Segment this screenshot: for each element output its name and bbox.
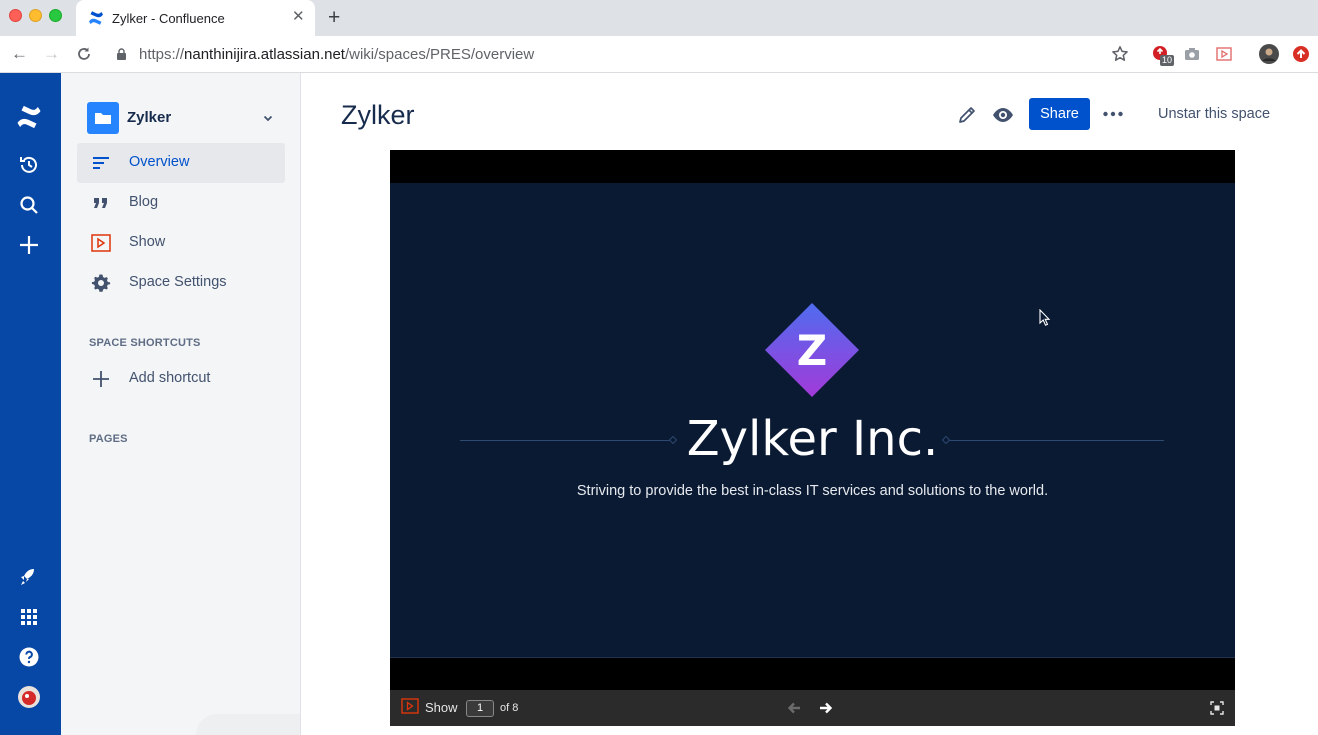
create-plus-icon[interactable] [17, 233, 41, 257]
pages-heading: PAGES [89, 433, 128, 445]
chevron-down-icon [263, 115, 273, 122]
sidebar-item-label: Show [129, 234, 166, 250]
tab-strip: Zylker - Confluence ✕ + [0, 0, 1318, 36]
browser-tab[interactable]: Zylker - Confluence ✕ [76, 0, 315, 36]
address-bar[interactable]: https://nanthinijira.atlassian.net/wiki/… [139, 46, 534, 63]
browser-toolbar: ← → https://nanthinijira.atlassian.net/w… [0, 36, 1318, 73]
presentation-extension-icon[interactable] [1215, 45, 1233, 63]
user-avatar[interactable] [17, 685, 41, 709]
close-window-button[interactable] [9, 9, 22, 22]
presentation-viewer: Z Zylker Inc. Striving to provide the be… [390, 150, 1235, 726]
tab-title: Zylker - Confluence [112, 11, 225, 26]
forward-button[interactable]: → [43, 44, 60, 64]
space-shortcuts-heading: SPACE SHORTCUTS [89, 337, 201, 349]
plus-icon [93, 371, 109, 387]
minimize-window-button[interactable] [29, 9, 42, 22]
sidebar-item-label: Space Settings [129, 274, 227, 290]
extension-badge: 10 [1160, 55, 1175, 66]
profile-avatar[interactable] [1259, 44, 1279, 64]
extension-notifier[interactable]: 10 [1151, 45, 1175, 66]
app-switcher-icon[interactable] [17, 605, 41, 629]
next-slide-arrow-icon[interactable] [818, 700, 834, 716]
space-sidebar: Zylker Overview Blog Show Space Settings… [61, 73, 300, 735]
sidebar-item-label: Blog [129, 194, 159, 210]
fullscreen-icon[interactable] [1210, 701, 1224, 715]
add-shortcut-label: Add shortcut [129, 370, 211, 386]
add-shortcut-button[interactable]: Add shortcut [77, 359, 285, 399]
edit-pencil-icon[interactable] [957, 105, 977, 125]
sidebar-item-blog[interactable]: Blog [77, 183, 285, 223]
space-switcher[interactable]: Zylker [87, 102, 277, 134]
browser-window: Zylker - Confluence ✕ + ← → https://nant… [0, 0, 1318, 735]
sidebar-item-show[interactable]: Show [77, 223, 285, 263]
lock-icon [117, 48, 126, 60]
page-number-input[interactable]: 1 [466, 700, 494, 717]
mouse-cursor [1039, 309, 1051, 326]
show-label[interactable]: Show [425, 700, 458, 715]
camera-icon[interactable] [1183, 45, 1201, 63]
recent-history-icon[interactable] [17, 153, 41, 177]
overview-icon [93, 157, 109, 169]
space-name: Zylker [127, 109, 172, 126]
presentation-icon[interactable] [401, 698, 419, 714]
help-icon[interactable] [17, 645, 41, 669]
confluence-logo-icon[interactable] [16, 104, 42, 130]
url-host: nanthinijira.atlassian.net [184, 46, 345, 63]
url-scheme: https:// [139, 46, 185, 63]
confluence-favicon-icon [89, 11, 103, 25]
slide[interactable]: Z Zylker Inc. Striving to provide the be… [390, 183, 1235, 658]
new-tab-button[interactable]: + [328, 7, 340, 29]
gear-icon [91, 274, 111, 292]
rocket-icon[interactable] [17, 565, 41, 589]
update-icon[interactable] [1292, 45, 1310, 63]
url-path: /wiki/spaces/PRES/overview [344, 46, 535, 63]
watch-eye-icon[interactable] [992, 105, 1014, 125]
zylker-logo: Z [765, 303, 859, 397]
quote-icon [94, 198, 107, 208]
global-navigation [0, 73, 61, 735]
logo-letter: Z [797, 326, 827, 375]
space-avatar [87, 102, 119, 134]
share-button[interactable]: Share [1029, 98, 1090, 130]
previous-slide-arrow-icon[interactable] [786, 700, 802, 716]
page-total: of 8 [500, 702, 519, 714]
unstar-space-button[interactable]: Unstar this space [1158, 106, 1270, 122]
more-actions-icon[interactable] [1102, 104, 1124, 124]
reload-icon[interactable] [75, 45, 93, 63]
tab-close-icon[interactable]: ✕ [292, 9, 305, 25]
main-content: Zylker Share Unstar this space Z Zylker … [301, 73, 1318, 735]
sidebar-item-overview[interactable]: Overview [77, 143, 285, 183]
folder-icon [95, 113, 111, 124]
page-title: Zylker [341, 100, 415, 130]
slide-subtitle: Striving to provide the best in-class IT… [576, 483, 1049, 499]
zoom-window-button[interactable] [49, 9, 62, 22]
sidebar-resize-shadow [196, 714, 300, 735]
slide-title: Zylker Inc. [686, 411, 939, 467]
presentation-controls: Show 1 of 8 [390, 690, 1235, 726]
back-button[interactable]: ← [11, 44, 28, 64]
sidebar-item-space-settings[interactable]: Space Settings [77, 263, 285, 303]
sidebar-item-label: Overview [129, 154, 190, 170]
presentation-icon [91, 234, 111, 252]
search-icon[interactable] [17, 193, 41, 217]
star-icon[interactable] [1111, 45, 1129, 63]
